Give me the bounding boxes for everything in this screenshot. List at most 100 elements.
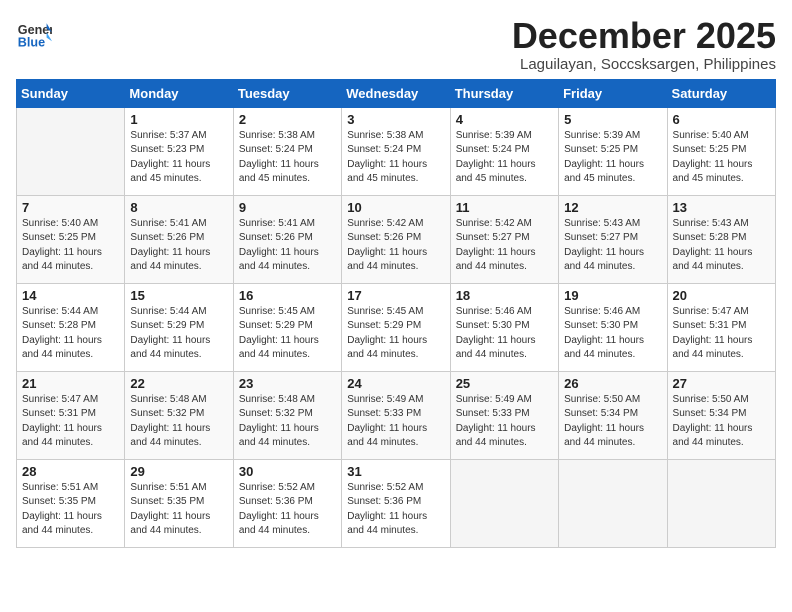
day-number: 11 (456, 200, 553, 215)
calendar-cell: 4Sunrise: 5:39 AM Sunset: 5:24 PM Daylig… (450, 107, 558, 195)
calendar-cell: 21 Sunrise: 5:47 AM Sunset: 5:31 PM Dayli… (17, 371, 125, 459)
day-info: Sunrise: 5:47 AM Sunset: 5:31 PM Dayligh… (673, 305, 770, 363)
calendar-cell: 31Sunrise: 5:52 AM Sunset: 5:36 PM Dayli… (342, 459, 450, 547)
calendar-cell: 18Sunrise: 5:46 AM Sunset: 5:30 PM Dayli… (450, 283, 558, 371)
day-info: Sunrise: 5:39 AM Sunset: 5:25 PM Dayligh… (564, 129, 661, 187)
calendar-cell: 20 Sunrise: 5:47 AM Sunset: 5:31 PM Dayli… (667, 283, 775, 371)
day-number: 7 (22, 200, 119, 215)
day-number: 13 (673, 200, 770, 215)
day-number: 14 (22, 288, 119, 303)
day-number: 30 (239, 464, 336, 479)
calendar-week-row: 21 Sunrise: 5:47 AM Sunset: 5:31 PM Dayli… (17, 371, 776, 459)
calendar-cell: 28 Sunrise: 5:51 AM Sunset: 5:35 PM Dayli… (17, 459, 125, 547)
calendar-cell: 1 Sunrise: 5:37 AM Sunset: 5:23 PM Daylig… (125, 107, 233, 195)
calendar-table: SundayMondayTuesdayWednesdayThursdayFrid… (16, 79, 776, 548)
day-info: Sunrise: 5:48 AM Sunset: 5:32 PM Dayligh… (130, 393, 227, 451)
weekday-header-saturday: Saturday (667, 79, 775, 107)
day-info: Sunrise: 5:41 AM Sunset: 5:26 PM Dayligh… (239, 217, 336, 275)
calendar-cell (667, 459, 775, 547)
weekday-header-sunday: Sunday (17, 79, 125, 107)
day-number: 8 (130, 200, 227, 215)
day-number: 29 (130, 464, 227, 479)
weekday-header-thursday: Thursday (450, 79, 558, 107)
day-number: 17 (347, 288, 444, 303)
calendar-cell: 29 Sunrise: 5:51 AM Sunset: 5:35 PM Dayli… (125, 459, 233, 547)
day-number: 28 (22, 464, 119, 479)
calendar-cell: 30 Sunrise: 5:52 AM Sunset: 5:36 PM Dayli… (233, 459, 341, 547)
day-number: 22 (130, 376, 227, 391)
day-number: 12 (564, 200, 661, 215)
calendar-cell: 16 Sunrise: 5:45 AM Sunset: 5:29 PM Dayli… (233, 283, 341, 371)
calendar-cell: 23 Sunrise: 5:48 AM Sunset: 5:32 PM Dayli… (233, 371, 341, 459)
day-info: Sunrise: 5:52 AM Sunset: 5:36 PM Dayligh… (239, 481, 336, 539)
day-number: 31 (347, 464, 444, 479)
calendar-cell: 26Sunrise: 5:50 AM Sunset: 5:34 PM Dayli… (559, 371, 667, 459)
calendar-cell: 12Sunrise: 5:43 AM Sunset: 5:27 PM Dayli… (559, 195, 667, 283)
day-number: 27 (673, 376, 770, 391)
calendar-cell: 22 Sunrise: 5:48 AM Sunset: 5:32 PM Dayli… (125, 371, 233, 459)
weekday-header-friday: Friday (559, 79, 667, 107)
day-number: 15 (130, 288, 227, 303)
day-info: Sunrise: 5:40 AM Sunset: 5:25 PM Dayligh… (673, 129, 770, 187)
day-info: Sunrise: 5:45 AM Sunset: 5:29 PM Dayligh… (347, 305, 444, 363)
day-info: Sunrise: 5:37 AM Sunset: 5:23 PM Dayligh… (130, 129, 227, 187)
day-number: 19 (564, 288, 661, 303)
day-info: Sunrise: 5:42 AM Sunset: 5:26 PM Dayligh… (347, 217, 444, 275)
calendar-cell: 3 Sunrise: 5:38 AM Sunset: 5:24 PM Daylig… (342, 107, 450, 195)
location-title: Laguilayan, Soccsksargen, Philippines (512, 56, 776, 73)
weekday-header-wednesday: Wednesday (342, 79, 450, 107)
calendar-cell: 15 Sunrise: 5:44 AM Sunset: 5:29 PM Dayli… (125, 283, 233, 371)
day-info: Sunrise: 5:40 AM Sunset: 5:25 PM Dayligh… (22, 217, 119, 275)
day-number: 3 (347, 112, 444, 127)
day-number: 6 (673, 112, 770, 127)
calendar-cell: 14 Sunrise: 5:44 AM Sunset: 5:28 PM Dayli… (17, 283, 125, 371)
calendar-cell: 11 Sunrise: 5:42 AM Sunset: 5:27 PM Dayli… (450, 195, 558, 283)
calendar-week-row: 28 Sunrise: 5:51 AM Sunset: 5:35 PM Dayli… (17, 459, 776, 547)
day-info: Sunrise: 5:43 AM Sunset: 5:28 PM Dayligh… (673, 217, 770, 275)
day-number: 1 (130, 112, 227, 127)
calendar-cell: 25Sunrise: 5:49 AM Sunset: 5:33 PM Dayli… (450, 371, 558, 459)
calendar-week-row: 1 Sunrise: 5:37 AM Sunset: 5:23 PM Daylig… (17, 107, 776, 195)
day-info: Sunrise: 5:38 AM Sunset: 5:24 PM Dayligh… (239, 129, 336, 187)
month-title: December 2025 (512, 16, 776, 56)
day-number: 16 (239, 288, 336, 303)
day-number: 21 (22, 376, 119, 391)
day-info: Sunrise: 5:44 AM Sunset: 5:28 PM Dayligh… (22, 305, 119, 363)
day-number: 4 (456, 112, 553, 127)
calendar-cell (559, 459, 667, 547)
calendar-cell: 7 Sunrise: 5:40 AM Sunset: 5:25 PM Daylig… (17, 195, 125, 283)
day-info: Sunrise: 5:51 AM Sunset: 5:35 PM Dayligh… (22, 481, 119, 539)
day-number: 20 (673, 288, 770, 303)
day-info: Sunrise: 5:47 AM Sunset: 5:31 PM Dayligh… (22, 393, 119, 451)
calendar-cell: 6 Sunrise: 5:40 AM Sunset: 5:25 PM Daylig… (667, 107, 775, 195)
day-info: Sunrise: 5:41 AM Sunset: 5:26 PM Dayligh… (130, 217, 227, 275)
day-info: Sunrise: 5:45 AM Sunset: 5:29 PM Dayligh… (239, 305, 336, 363)
weekday-header-monday: Monday (125, 79, 233, 107)
calendar-week-row: 7 Sunrise: 5:40 AM Sunset: 5:25 PM Daylig… (17, 195, 776, 283)
calendar-cell: 19 Sunrise: 5:46 AM Sunset: 5:30 PM Dayli… (559, 283, 667, 371)
calendar-cell: 2 Sunrise: 5:38 AM Sunset: 5:24 PM Daylig… (233, 107, 341, 195)
weekday-header-tuesday: Tuesday (233, 79, 341, 107)
title-block: December 2025 Laguilayan, Soccsksargen, … (512, 16, 776, 73)
calendar-cell: 5Sunrise: 5:39 AM Sunset: 5:25 PM Daylig… (559, 107, 667, 195)
calendar-cell: 10Sunrise: 5:42 AM Sunset: 5:26 PM Dayli… (342, 195, 450, 283)
day-info: Sunrise: 5:38 AM Sunset: 5:24 PM Dayligh… (347, 129, 444, 187)
day-number: 23 (239, 376, 336, 391)
calendar-cell (450, 459, 558, 547)
day-info: Sunrise: 5:50 AM Sunset: 5:34 PM Dayligh… (673, 393, 770, 451)
day-info: Sunrise: 5:44 AM Sunset: 5:29 PM Dayligh… (130, 305, 227, 363)
day-info: Sunrise: 5:46 AM Sunset: 5:30 PM Dayligh… (564, 305, 661, 363)
day-number: 25 (456, 376, 553, 391)
day-number: 9 (239, 200, 336, 215)
logo: General Blue (16, 16, 56, 52)
day-number: 26 (564, 376, 661, 391)
day-info: Sunrise: 5:48 AM Sunset: 5:32 PM Dayligh… (239, 393, 336, 451)
calendar-cell: 9 Sunrise: 5:41 AM Sunset: 5:26 PM Daylig… (233, 195, 341, 283)
day-number: 24 (347, 376, 444, 391)
day-number: 2 (239, 112, 336, 127)
page-header: General Blue December 2025 Laguilayan, S… (16, 16, 776, 73)
day-info: Sunrise: 5:42 AM Sunset: 5:27 PM Dayligh… (456, 217, 553, 275)
day-info: Sunrise: 5:51 AM Sunset: 5:35 PM Dayligh… (130, 481, 227, 539)
svg-text:Blue: Blue (18, 36, 45, 50)
day-info: Sunrise: 5:49 AM Sunset: 5:33 PM Dayligh… (347, 393, 444, 451)
